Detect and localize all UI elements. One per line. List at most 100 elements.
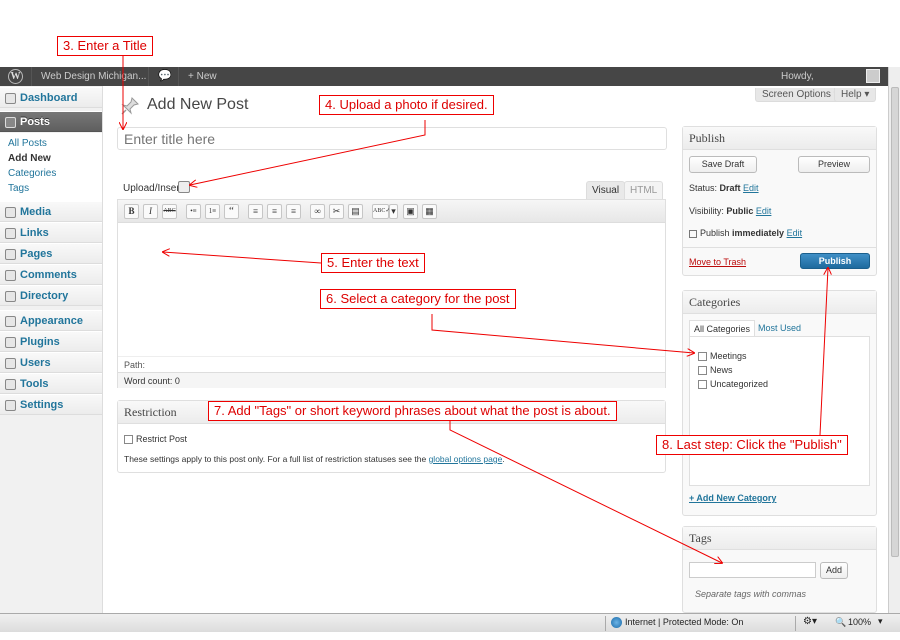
scrollbar-thumb[interactable] (891, 87, 899, 557)
submenu-categories[interactable]: Categories (8, 166, 102, 181)
categories-box-title[interactable]: Categories (683, 291, 876, 314)
screen-options-button[interactable]: Screen Options ▾ (755, 88, 846, 102)
status-row: Status: Draft Edit (689, 183, 759, 193)
move-to-trash-link[interactable]: Move to Trash (689, 257, 746, 267)
media-icon (5, 207, 16, 218)
tab-html[interactable]: HTML (624, 181, 664, 199)
restrict-post-checkbox[interactable] (124, 435, 133, 445)
edit-visibility-link[interactable]: Edit (756, 206, 772, 216)
sidebar-item-dashboard[interactable]: Dashboard (0, 87, 102, 108)
fullscreen-button[interactable]: ▣ (403, 204, 418, 219)
add-new-category-link[interactable]: + Add New Category (689, 493, 776, 503)
blockquote-button[interactable]: “ (224, 204, 239, 219)
admin-bar-divider (31, 67, 32, 86)
sidebar-item-pages[interactable]: Pages (0, 243, 102, 264)
site-name-link[interactable]: Web Design Michigan... (41, 67, 146, 86)
spellcheck-button[interactable]: ABC✓ (372, 204, 390, 219)
sidebar-item-posts[interactable]: Posts (0, 111, 102, 132)
status-divider (605, 616, 606, 631)
admin-bar: W Web Design Michigan... 💬 + New Howdy, (0, 67, 888, 86)
edit-status-link[interactable]: Edit (743, 183, 759, 193)
security-zone[interactable]: Internet | Protected Mode: On (625, 617, 743, 627)
sidebar-item-comments[interactable]: Comments (0, 264, 102, 285)
bullet-list-button[interactable]: •≡ (186, 204, 201, 219)
restriction-note: These settings apply to this post only. … (124, 454, 505, 464)
protected-mode-icon[interactable]: ⚙▾ (803, 616, 817, 627)
sidebar-item-media[interactable]: Media (0, 201, 102, 222)
publish-button[interactable]: Publish (800, 253, 870, 269)
sidebar-item-label: Appearance (20, 315, 83, 327)
align-left-button[interactable]: ≡ (248, 204, 263, 219)
category-label: News (710, 365, 733, 375)
vertical-scrollbar[interactable] (888, 67, 900, 613)
title-input[interactable] (117, 127, 667, 150)
sidebar-item-directory[interactable]: Directory (0, 285, 102, 306)
bold-button[interactable]: B (124, 204, 139, 219)
add-tag-button[interactable]: Add (820, 562, 848, 579)
users-icon (5, 358, 16, 369)
category-checklist: Meetings News Uncategorized (689, 336, 870, 486)
status-value: Draft (719, 183, 741, 193)
edit-schedule-link[interactable]: Edit (787, 228, 803, 238)
category-checkbox[interactable] (698, 352, 707, 362)
align-right-button[interactable]: ≡ (286, 204, 301, 219)
wordpress-logo-icon[interactable]: W (8, 69, 23, 84)
insert-link-button[interactable]: ∞ (310, 204, 325, 219)
tags-box-title[interactable]: Tags (683, 527, 876, 550)
annotation-step7: 7. Add "Tags" or short keyword phrases a… (208, 401, 617, 421)
tags-input[interactable] (689, 562, 816, 578)
appearance-icon (5, 316, 16, 327)
zoom-level[interactable]: 100% (848, 617, 871, 627)
help-button[interactable]: Help ▾ (834, 88, 877, 102)
sidebar-item-label: Posts (20, 116, 50, 128)
category-item[interactable]: Uncategorized (698, 379, 768, 390)
numbered-list-button[interactable]: 1≡ (205, 204, 220, 219)
save-draft-button[interactable]: Save Draft (689, 156, 757, 173)
sidebar-item-links[interactable]: Links (0, 222, 102, 243)
sidebar-item-label: Plugins (20, 336, 60, 348)
sidebar-item-plugins[interactable]: Plugins (0, 331, 102, 352)
annotation-step3: 3. Enter a Title (57, 36, 153, 56)
zoom-icon[interactable]: 🔍 (835, 617, 846, 628)
sidebar-item-tools[interactable]: Tools (0, 373, 102, 394)
kitchen-sink-button[interactable]: ▦ (422, 204, 437, 219)
sidebar-item-settings[interactable]: Settings (0, 394, 102, 415)
howdy-label[interactable]: Howdy, (781, 67, 814, 86)
new-content-link[interactable]: + New (188, 67, 217, 86)
sidebar-item-label: Media (20, 206, 52, 218)
spellcheck-dropdown-button[interactable]: ▾ (389, 204, 398, 219)
comments-bubble-icon[interactable]: 💬 (158, 67, 172, 86)
submenu-add-new[interactable]: Add New (8, 151, 102, 166)
restrict-post-row[interactable]: Restrict Post (124, 434, 187, 445)
category-checkbox[interactable] (698, 366, 707, 376)
category-checkbox[interactable] (698, 380, 707, 390)
browser-window: W Web Design Michigan... 💬 + New Howdy, … (0, 0, 900, 640)
publish-box-title[interactable]: Publish (683, 127, 876, 150)
avatar[interactable] (866, 69, 880, 83)
unlink-button[interactable]: ✂ (329, 204, 344, 219)
global-options-link[interactable]: global options page (429, 454, 503, 464)
sidebar-item-users[interactable]: Users (0, 352, 102, 373)
category-item[interactable]: News (698, 365, 733, 376)
tab-visual[interactable]: Visual (586, 181, 626, 199)
zoom-dropdown-icon[interactable]: ▾ (878, 616, 883, 627)
submenu-tags[interactable]: Tags (8, 181, 102, 196)
add-media-icon[interactable] (178, 181, 190, 193)
preview-button[interactable]: Preview (798, 156, 870, 173)
tab-most-used[interactable]: Most Used (754, 320, 805, 336)
sidebar-item-label: Directory (20, 290, 69, 302)
tags-note: Separate tags with commas (695, 589, 807, 599)
sidebar-item-appearance[interactable]: Appearance (0, 310, 102, 331)
editor-path: Path: (118, 356, 665, 372)
align-center-button[interactable]: ≡ (267, 204, 282, 219)
restriction-note-text: These settings apply to this post only. … (124, 454, 429, 464)
category-item[interactable]: Meetings (698, 351, 747, 362)
insert-more-button[interactable]: ▤ (348, 204, 363, 219)
divider (683, 247, 876, 248)
strikethrough-button[interactable]: ABC (162, 204, 177, 219)
tab-all-categories[interactable]: All Categories (689, 320, 756, 336)
annotation-step6: 6. Select a category for the post (320, 289, 516, 309)
italic-button[interactable]: I (143, 204, 158, 219)
sidebar-item-label: Pages (20, 248, 53, 260)
submenu-all-posts[interactable]: All Posts (8, 136, 102, 151)
